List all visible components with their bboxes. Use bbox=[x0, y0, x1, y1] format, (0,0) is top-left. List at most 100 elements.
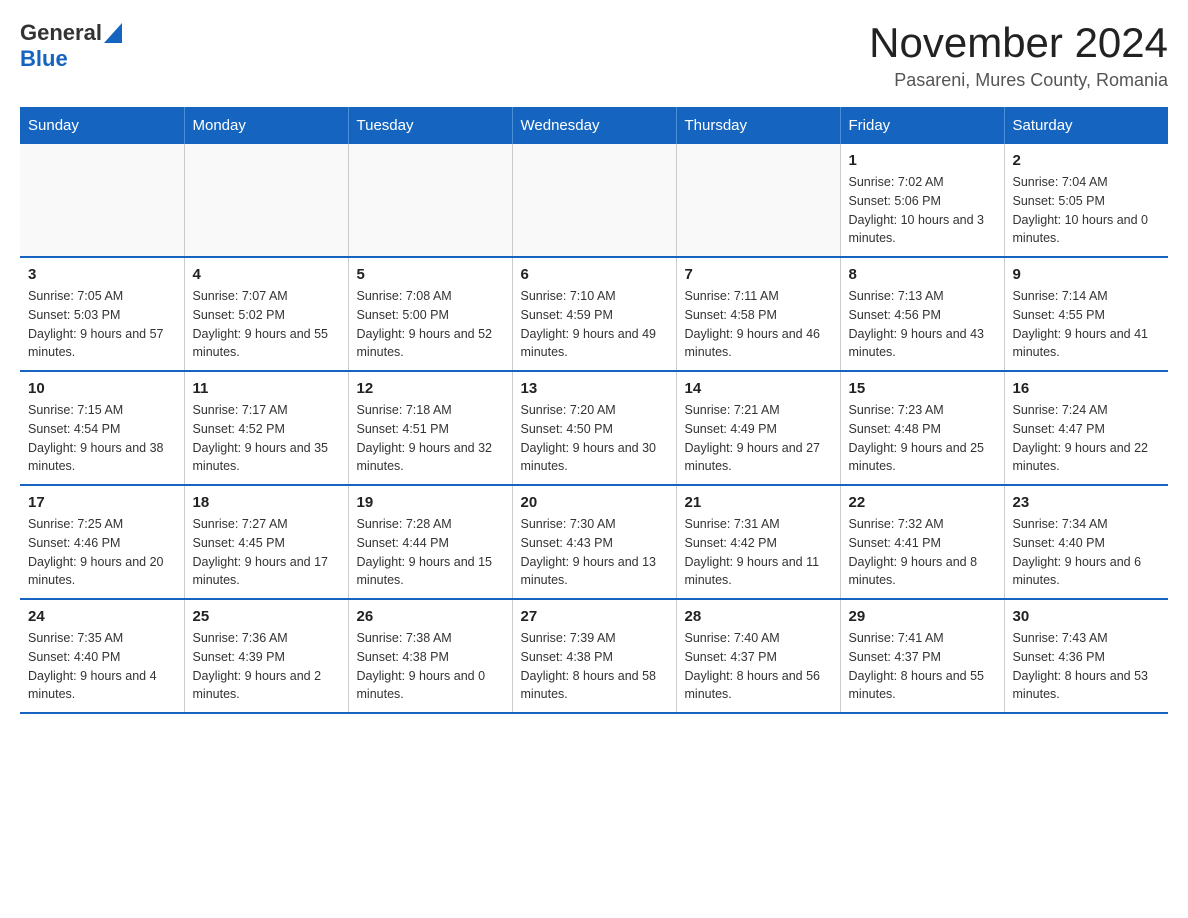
logo: General Blue bbox=[20, 20, 122, 72]
week-row-3: 10Sunrise: 7:15 AMSunset: 4:54 PMDayligh… bbox=[20, 371, 1168, 485]
logo-blue: Blue bbox=[20, 46, 68, 71]
calendar-cell: 4Sunrise: 7:07 AMSunset: 5:02 PMDaylight… bbox=[184, 257, 348, 371]
calendar-cell: 6 Sunrise: 7:10 AMSunset: 4:59 PMDaylight… bbox=[512, 257, 676, 371]
day-info: Sunrise: 7:11 AMSunset: 4:58 PMDaylight:… bbox=[685, 287, 832, 362]
calendar-cell: 21Sunrise: 7:31 AMSunset: 4:42 PMDayligh… bbox=[676, 485, 840, 599]
calendar-cell: 15 Sunrise: 7:23 AMSunset: 4:48 PMDayligh… bbox=[840, 371, 1004, 485]
day-info: Sunrise: 7:30 AMSunset: 4:43 PMDaylight:… bbox=[521, 515, 668, 590]
day-info: Sunrise: 7:40 AMSunset: 4:37 PMDaylight:… bbox=[685, 629, 832, 704]
day-number: 1 bbox=[849, 152, 996, 169]
day-info: Sunrise: 7:07 AMSunset: 5:02 PMDaylight:… bbox=[193, 287, 340, 362]
header-sunday: Sunday bbox=[20, 107, 184, 144]
day-info: Sunrise: 7:43 AMSunset: 4:36 PMDaylight:… bbox=[1013, 629, 1161, 704]
day-number: 6 bbox=[521, 266, 668, 283]
header-saturday: Saturday bbox=[1004, 107, 1168, 144]
calendar-cell: 26Sunrise: 7:38 AMSunset: 4:38 PMDayligh… bbox=[348, 599, 512, 713]
day-info: Sunrise: 7:39 AMSunset: 4:38 PMDaylight:… bbox=[521, 629, 668, 704]
calendar-cell: 22 Sunrise: 7:32 AMSunset: 4:41 PMDayligh… bbox=[840, 485, 1004, 599]
day-info: Sunrise: 7:24 AMSunset: 4:47 PMDaylight:… bbox=[1013, 401, 1161, 476]
month-title: November 2024 bbox=[869, 20, 1168, 66]
day-number: 13 bbox=[521, 380, 668, 397]
day-number: 27 bbox=[521, 608, 668, 625]
calendar-cell: 5 Sunrise: 7:08 AMSunset: 5:00 PMDaylight… bbox=[348, 257, 512, 371]
day-info: Sunrise: 7:15 AMSunset: 4:54 PMDaylight:… bbox=[28, 401, 176, 476]
day-number: 15 bbox=[849, 380, 996, 397]
calendar-cell: 16 Sunrise: 7:24 AMSunset: 4:47 PMDayligh… bbox=[1004, 371, 1168, 485]
day-info: Sunrise: 7:25 AMSunset: 4:46 PMDaylight:… bbox=[28, 515, 176, 590]
calendar-cell bbox=[184, 144, 348, 257]
day-number: 29 bbox=[849, 608, 996, 625]
logo-triangle-icon bbox=[104, 23, 122, 43]
day-info: Sunrise: 7:23 AMSunset: 4:48 PMDaylight:… bbox=[849, 401, 996, 476]
calendar-cell: 30 Sunrise: 7:43 AMSunset: 4:36 PMDayligh… bbox=[1004, 599, 1168, 713]
day-number: 9 bbox=[1013, 266, 1161, 283]
day-info: Sunrise: 7:05 AMSunset: 5:03 PMDaylight:… bbox=[28, 287, 176, 362]
week-row-1: 1 Sunrise: 7:02 AMSunset: 5:06 PMDaylight… bbox=[20, 144, 1168, 257]
day-number: 21 bbox=[685, 494, 832, 511]
day-number: 5 bbox=[357, 266, 504, 283]
day-number: 28 bbox=[685, 608, 832, 625]
day-number: 3 bbox=[28, 266, 176, 283]
calendar-cell: 12 Sunrise: 7:18 AMSunset: 4:51 PMDayligh… bbox=[348, 371, 512, 485]
calendar-header: SundayMondayTuesdayWednesdayThursdayFrid… bbox=[20, 107, 1168, 144]
day-info: Sunrise: 7:27 AMSunset: 4:45 PMDaylight:… bbox=[193, 515, 340, 590]
day-info: Sunrise: 7:34 AMSunset: 4:40 PMDaylight:… bbox=[1013, 515, 1161, 590]
header-monday: Monday bbox=[184, 107, 348, 144]
day-info: Sunrise: 7:17 AMSunset: 4:52 PMDaylight:… bbox=[193, 401, 340, 476]
calendar-cell: 1 Sunrise: 7:02 AMSunset: 5:06 PMDaylight… bbox=[840, 144, 1004, 257]
calendar-cell: 9Sunrise: 7:14 AMSunset: 4:55 PMDaylight… bbox=[1004, 257, 1168, 371]
day-info: Sunrise: 7:28 AMSunset: 4:44 PMDaylight:… bbox=[357, 515, 504, 590]
calendar-cell: 20 Sunrise: 7:30 AMSunset: 4:43 PMDayligh… bbox=[512, 485, 676, 599]
day-info: Sunrise: 7:21 AMSunset: 4:49 PMDaylight:… bbox=[685, 401, 832, 476]
day-info: Sunrise: 7:04 AMSunset: 5:05 PMDaylight:… bbox=[1013, 173, 1161, 248]
calendar-cell: 18 Sunrise: 7:27 AMSunset: 4:45 PMDayligh… bbox=[184, 485, 348, 599]
header-row: SundayMondayTuesdayWednesdayThursdayFrid… bbox=[20, 107, 1168, 144]
day-number: 14 bbox=[685, 380, 832, 397]
day-info: Sunrise: 7:32 AMSunset: 4:41 PMDaylight:… bbox=[849, 515, 996, 590]
calendar-cell: 24 Sunrise: 7:35 AMSunset: 4:40 PMDayligh… bbox=[20, 599, 184, 713]
day-info: Sunrise: 7:10 AMSunset: 4:59 PMDaylight:… bbox=[521, 287, 668, 362]
week-row-4: 17 Sunrise: 7:25 AMSunset: 4:46 PMDayligh… bbox=[20, 485, 1168, 599]
day-number: 26 bbox=[357, 608, 504, 625]
calendar-cell bbox=[20, 144, 184, 257]
calendar-cell: 23 Sunrise: 7:34 AMSunset: 4:40 PMDayligh… bbox=[1004, 485, 1168, 599]
day-number: 22 bbox=[849, 494, 996, 511]
week-row-2: 3 Sunrise: 7:05 AMSunset: 5:03 PMDaylight… bbox=[20, 257, 1168, 371]
day-number: 25 bbox=[193, 608, 340, 625]
day-number: 12 bbox=[357, 380, 504, 397]
day-info: Sunrise: 7:18 AMSunset: 4:51 PMDaylight:… bbox=[357, 401, 504, 476]
calendar-cell: 8 Sunrise: 7:13 AMSunset: 4:56 PMDaylight… bbox=[840, 257, 1004, 371]
day-info: Sunrise: 7:41 AMSunset: 4:37 PMDaylight:… bbox=[849, 629, 996, 704]
calendar-cell bbox=[348, 144, 512, 257]
day-number: 20 bbox=[521, 494, 668, 511]
day-number: 17 bbox=[28, 494, 176, 511]
calendar-cell: 11Sunrise: 7:17 AMSunset: 4:52 PMDayligh… bbox=[184, 371, 348, 485]
calendar-table: SundayMondayTuesdayWednesdayThursdayFrid… bbox=[20, 107, 1168, 714]
title-block: November 2024 Pasareni, Mures County, Ro… bbox=[869, 20, 1168, 91]
day-number: 30 bbox=[1013, 608, 1161, 625]
header-tuesday: Tuesday bbox=[348, 107, 512, 144]
calendar-cell: 2 Sunrise: 7:04 AMSunset: 5:05 PMDaylight… bbox=[1004, 144, 1168, 257]
day-info: Sunrise: 7:36 AMSunset: 4:39 PMDaylight:… bbox=[193, 629, 340, 704]
calendar-cell: 17 Sunrise: 7:25 AMSunset: 4:46 PMDayligh… bbox=[20, 485, 184, 599]
day-info: Sunrise: 7:35 AMSunset: 4:40 PMDaylight:… bbox=[28, 629, 176, 704]
calendar-cell: 3 Sunrise: 7:05 AMSunset: 5:03 PMDaylight… bbox=[20, 257, 184, 371]
calendar-cell: 10Sunrise: 7:15 AMSunset: 4:54 PMDayligh… bbox=[20, 371, 184, 485]
day-number: 19 bbox=[357, 494, 504, 511]
day-number: 24 bbox=[28, 608, 176, 625]
calendar-cell bbox=[512, 144, 676, 257]
day-number: 23 bbox=[1013, 494, 1161, 511]
day-info: Sunrise: 7:13 AMSunset: 4:56 PMDaylight:… bbox=[849, 287, 996, 362]
day-number: 2 bbox=[1013, 152, 1161, 169]
calendar-cell: 13Sunrise: 7:20 AMSunset: 4:50 PMDayligh… bbox=[512, 371, 676, 485]
header-wednesday: Wednesday bbox=[512, 107, 676, 144]
day-info: Sunrise: 7:02 AMSunset: 5:06 PMDaylight:… bbox=[849, 173, 996, 248]
day-number: 16 bbox=[1013, 380, 1161, 397]
day-info: Sunrise: 7:08 AMSunset: 5:00 PMDaylight:… bbox=[357, 287, 504, 362]
day-number: 18 bbox=[193, 494, 340, 511]
day-number: 8 bbox=[849, 266, 996, 283]
header-thursday: Thursday bbox=[676, 107, 840, 144]
calendar-cell: 29 Sunrise: 7:41 AMSunset: 4:37 PMDayligh… bbox=[840, 599, 1004, 713]
calendar-cell: 28 Sunrise: 7:40 AMSunset: 4:37 PMDayligh… bbox=[676, 599, 840, 713]
location-subtitle: Pasareni, Mures County, Romania bbox=[869, 70, 1168, 91]
